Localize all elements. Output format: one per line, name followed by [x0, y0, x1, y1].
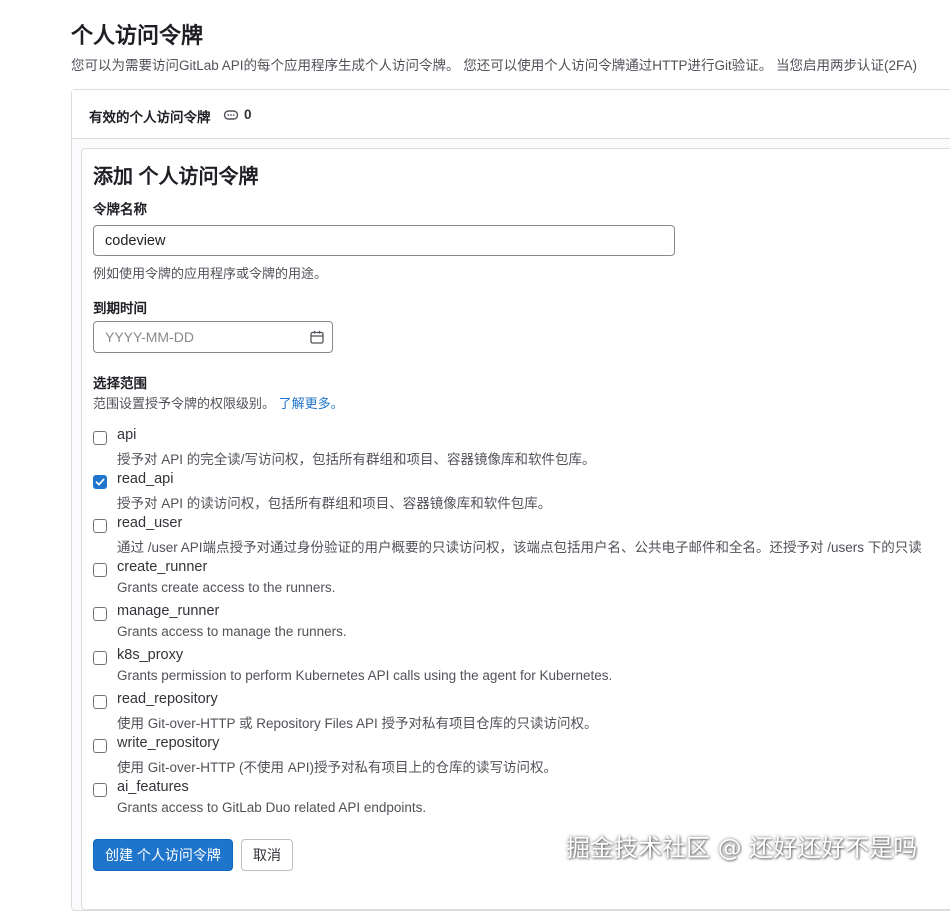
- scope-description: 授予对 API 的读访问权，包括所有群组和项目、容器镜像库和软件包库。: [117, 496, 552, 511]
- token-name-help: 例如使用令牌的应用程序或令牌的用途。: [93, 266, 328, 281]
- token-count-icon: [223, 110, 239, 120]
- scope-description: 使用 Git-over-HTTP 或 Repository Files API …: [117, 716, 598, 731]
- scope-description: Grants permission to perform Kubernetes …: [117, 668, 613, 683]
- token-name-label: 令牌名称: [93, 202, 147, 217]
- scope-checkbox[interactable]: [93, 739, 107, 753]
- scope-description: 通过 /user API端点授予对通过身份验证的用户概要的只读访问权，该端点包括…: [117, 540, 922, 555]
- scope-name[interactable]: create_runner: [117, 559, 207, 575]
- scope-description: Grants access to manage the runners.: [117, 624, 347, 639]
- form-title: 添加 个人访问令牌: [93, 166, 259, 188]
- active-tokens-header: 有效的个人访问令牌 0: [72, 90, 950, 139]
- scopes-label: 选择范围: [93, 376, 147, 391]
- scope-checkbox[interactable]: [93, 519, 107, 533]
- page-description: 您可以为需要访问GitLab API的每个应用程序生成个人访问令牌。 您还可以使…: [71, 58, 918, 73]
- active-tokens-count: 0: [244, 107, 252, 122]
- page-title: 个人访问令牌: [71, 23, 204, 48]
- scope-name[interactable]: manage_runner: [117, 603, 219, 619]
- scope-checkbox[interactable]: [93, 563, 107, 577]
- learn-more-link[interactable]: 了解更多。: [279, 396, 344, 411]
- expiry-date-field[interactable]: [93, 321, 333, 353]
- scope-name[interactable]: write_repository: [117, 735, 219, 751]
- scope-checkbox[interactable]: [93, 695, 107, 709]
- scope-name[interactable]: read_user: [117, 515, 182, 531]
- scope-checkbox[interactable]: [93, 431, 107, 445]
- scope-checkbox[interactable]: [93, 607, 107, 621]
- scopes-help: 范围设置授予令牌的权限级别。 了解更多。: [93, 393, 344, 412]
- watermark: 掘金技术社区 @ 还好还好不是吗: [566, 834, 918, 862]
- active-tokens-label: 有效的个人访问令牌: [89, 110, 211, 125]
- scopes-help-text: 范围设置授予令牌的权限级别。: [93, 396, 276, 411]
- scope-description: 使用 Git-over-HTTP (不使用 API)授予对私有项目上的仓库的读写…: [117, 760, 558, 775]
- expiry-label: 到期时间: [93, 301, 147, 316]
- calendar-icon[interactable]: [310, 330, 324, 344]
- create-token-button[interactable]: 创建 个人访问令牌: [93, 839, 233, 871]
- expiry-date-input[interactable]: [94, 322, 294, 352]
- scope-checkbox[interactable]: [93, 651, 107, 665]
- cancel-button[interactable]: 取消: [241, 839, 293, 871]
- scope-name[interactable]: k8s_proxy: [117, 647, 183, 663]
- scope-name[interactable]: ai_features: [117, 779, 189, 795]
- scope-description: Grants create access to the runners.: [117, 580, 336, 595]
- scope-checkbox[interactable]: [93, 475, 107, 489]
- token-name-input[interactable]: [93, 225, 675, 256]
- check-icon: [95, 478, 105, 486]
- scope-name[interactable]: read_repository: [117, 691, 218, 707]
- scope-name[interactable]: read_api: [117, 471, 173, 487]
- scope-description: Grants access to GitLab Duo related API …: [117, 800, 427, 815]
- scope-name[interactable]: api: [117, 427, 136, 443]
- scope-description: 授予对 API 的完全读/写访问权，包括所有群组和项目、容器镜像库和软件包库。: [117, 452, 596, 467]
- scope-checkbox[interactable]: [93, 783, 107, 797]
